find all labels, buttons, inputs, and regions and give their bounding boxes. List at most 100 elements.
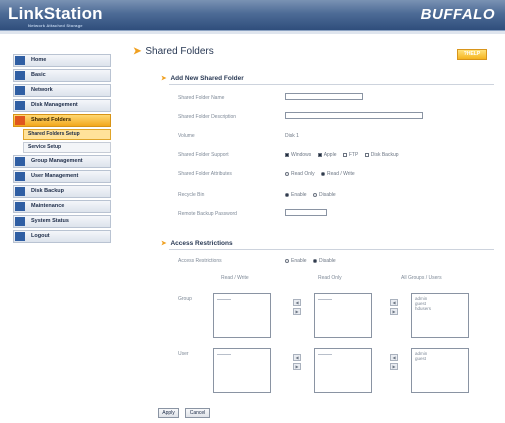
sidebar-item-network[interactable]: Network <box>13 84 111 97</box>
list-placeholder <box>318 354 332 355</box>
attr-read-write-option[interactable]: Read / Write <box>321 171 355 177</box>
folder-icon <box>15 116 25 125</box>
sidebar-item-label: Service Setup <box>28 144 62 150</box>
access-restrictions-label: Access Restrictions <box>178 258 222 264</box>
folder-attributes-options: Read Only Read / Write <box>285 171 360 177</box>
option-label: Disk Backup <box>370 152 399 158</box>
folder-name-input[interactable] <box>285 93 363 100</box>
user-read-only-list[interactable] <box>314 348 372 393</box>
sidebar-item-logout[interactable]: Logout <box>13 230 111 243</box>
sidebar-item-disk-backup[interactable]: Disk Backup <box>13 185 111 198</box>
support-ftp-option[interactable]: FTP <box>342 152 358 158</box>
maintenance-icon <box>15 202 25 211</box>
sidebar-item-group-management[interactable]: Group Management <box>13 155 111 168</box>
user-move-right-button[interactable]: ▶ <box>293 363 301 370</box>
backup-icon <box>15 187 25 196</box>
restrictions-enable-option[interactable]: Enable <box>285 258 307 264</box>
page-title-text: Shared Folders <box>145 46 214 57</box>
disk-backup-checkbox[interactable] <box>364 152 369 157</box>
folder-description-input[interactable] <box>285 112 423 119</box>
option-label: Enable <box>291 258 307 264</box>
sidebar-item-label: Basic <box>31 72 46 78</box>
sidebar-item-label: Disk Backup <box>31 188 65 194</box>
sidebar-item-label: Shared Folders <box>31 117 72 123</box>
group-move-right-button[interactable]: ▶ <box>293 308 301 315</box>
arrow-icon: ➤ <box>161 75 167 82</box>
support-disk-backup-option[interactable]: Disk Backup <box>364 152 399 158</box>
group-all-list[interactable]: admin guest hdusers <box>411 293 469 338</box>
apply-button[interactable]: Apply <box>158 408 179 418</box>
group-move-left-button-2[interactable]: ◀ <box>390 299 398 306</box>
restrictions-disable-option[interactable]: Disable <box>312 258 336 264</box>
recycle-disable-radio[interactable] <box>312 192 317 197</box>
app-header: LinkStation Network Attached Storage BUF… <box>0 0 505 32</box>
group-read-write-list[interactable] <box>213 293 271 338</box>
option-label: Read Only <box>291 171 315 177</box>
user-read-write-list[interactable] <box>213 348 271 393</box>
sidebar-subitem-shared-folders-setup[interactable]: Shared Folders Setup <box>23 129 111 140</box>
group-move-left-button[interactable]: ◀ <box>293 299 301 306</box>
section-title-text: Access Restrictions <box>170 240 233 247</box>
restrictions-enable-radio[interactable] <box>285 258 289 263</box>
recycle-enable-option[interactable]: Enable <box>285 192 307 198</box>
sidebar-item-home[interactable]: Home <box>13 54 111 67</box>
sidebar-item-label: Maintenance <box>31 203 65 209</box>
volume-label: Volume <box>178 133 195 139</box>
home-icon <box>15 56 25 65</box>
group-move-right-button-2[interactable]: ▶ <box>390 308 398 315</box>
basic-icon <box>15 71 25 80</box>
attr-read-only-option[interactable]: Read Only <box>285 171 315 177</box>
sidebar-item-system-status[interactable]: System Status <box>13 215 111 228</box>
help-button[interactable]: ?HELP <box>457 49 487 60</box>
section-divider <box>169 249 494 250</box>
sidebar: Home Basic Network Disk Management Share… <box>13 54 111 245</box>
sidebar-item-label: Disk Management <box>31 102 78 108</box>
list-item[interactable]: guest <box>415 356 465 361</box>
section-title-text: Add New Shared Folder <box>170 75 244 82</box>
arrow-icon: ➤ <box>133 46 142 57</box>
section-divider <box>169 84 494 85</box>
option-label: Disable <box>318 192 336 198</box>
read-only-radio[interactable] <box>285 171 289 176</box>
user-icon <box>15 172 25 181</box>
sidebar-item-label: Logout <box>31 233 50 239</box>
windows-checkbox[interactable] <box>285 152 289 157</box>
recycle-disable-option[interactable]: Disable <box>312 192 336 198</box>
sidebar-item-label: Home <box>31 57 47 63</box>
recycle-enable-radio[interactable] <box>285 192 289 197</box>
sidebar-item-label: Shared Folders Setup <box>28 131 80 137</box>
arrow-icon: ➤ <box>161 240 167 247</box>
sidebar-item-disk-management[interactable]: Disk Management <box>13 99 111 112</box>
cancel-button[interactable]: Cancel <box>185 408 210 418</box>
page-title: ➤ Shared Folders <box>133 46 214 57</box>
add-section-title: ➤ Add New Shared Folder <box>161 74 244 82</box>
support-windows-option[interactable]: Windows <box>285 152 311 158</box>
list-item[interactable]: hdusers <box>415 306 465 311</box>
sidebar-item-basic[interactable]: Basic <box>13 69 111 82</box>
sidebar-item-label: System Status <box>31 218 69 224</box>
user-move-left-button-2[interactable]: ◀ <box>390 354 398 361</box>
ftp-checkbox[interactable] <box>342 152 347 157</box>
user-move-right-button-2[interactable]: ▶ <box>390 363 398 370</box>
apple-checkbox[interactable] <box>317 152 322 157</box>
list-placeholder <box>318 299 332 300</box>
sidebar-item-maintenance[interactable]: Maintenance <box>13 200 111 213</box>
sidebar-item-label: User Management <box>31 173 79 179</box>
volume-value: Disk 1 <box>285 133 299 139</box>
sidebar-item-label: Group Management <box>31 158 83 164</box>
remote-backup-label: Remote Backup Password <box>178 211 237 217</box>
read-write-radio[interactable] <box>321 171 326 176</box>
linkstation-logo: LinkStation Network Attached Storage <box>8 4 103 28</box>
sidebar-item-user-management[interactable]: User Management <box>13 170 111 183</box>
list-placeholder <box>217 299 231 300</box>
logo-text: LinkStation <box>8 4 103 23</box>
group-read-only-list[interactable] <box>314 293 372 338</box>
user-all-list[interactable]: admin guest <box>411 348 469 393</box>
remote-backup-password-input[interactable] <box>285 209 327 216</box>
restrictions-disable-radio[interactable] <box>312 258 317 263</box>
support-apple-option[interactable]: Apple <box>317 152 336 158</box>
sidebar-subitem-service-setup[interactable]: Service Setup <box>23 142 111 153</box>
option-label: Windows <box>291 152 312 158</box>
sidebar-item-shared-folders[interactable]: Shared Folders <box>13 114 111 127</box>
user-move-left-button[interactable]: ◀ <box>293 354 301 361</box>
